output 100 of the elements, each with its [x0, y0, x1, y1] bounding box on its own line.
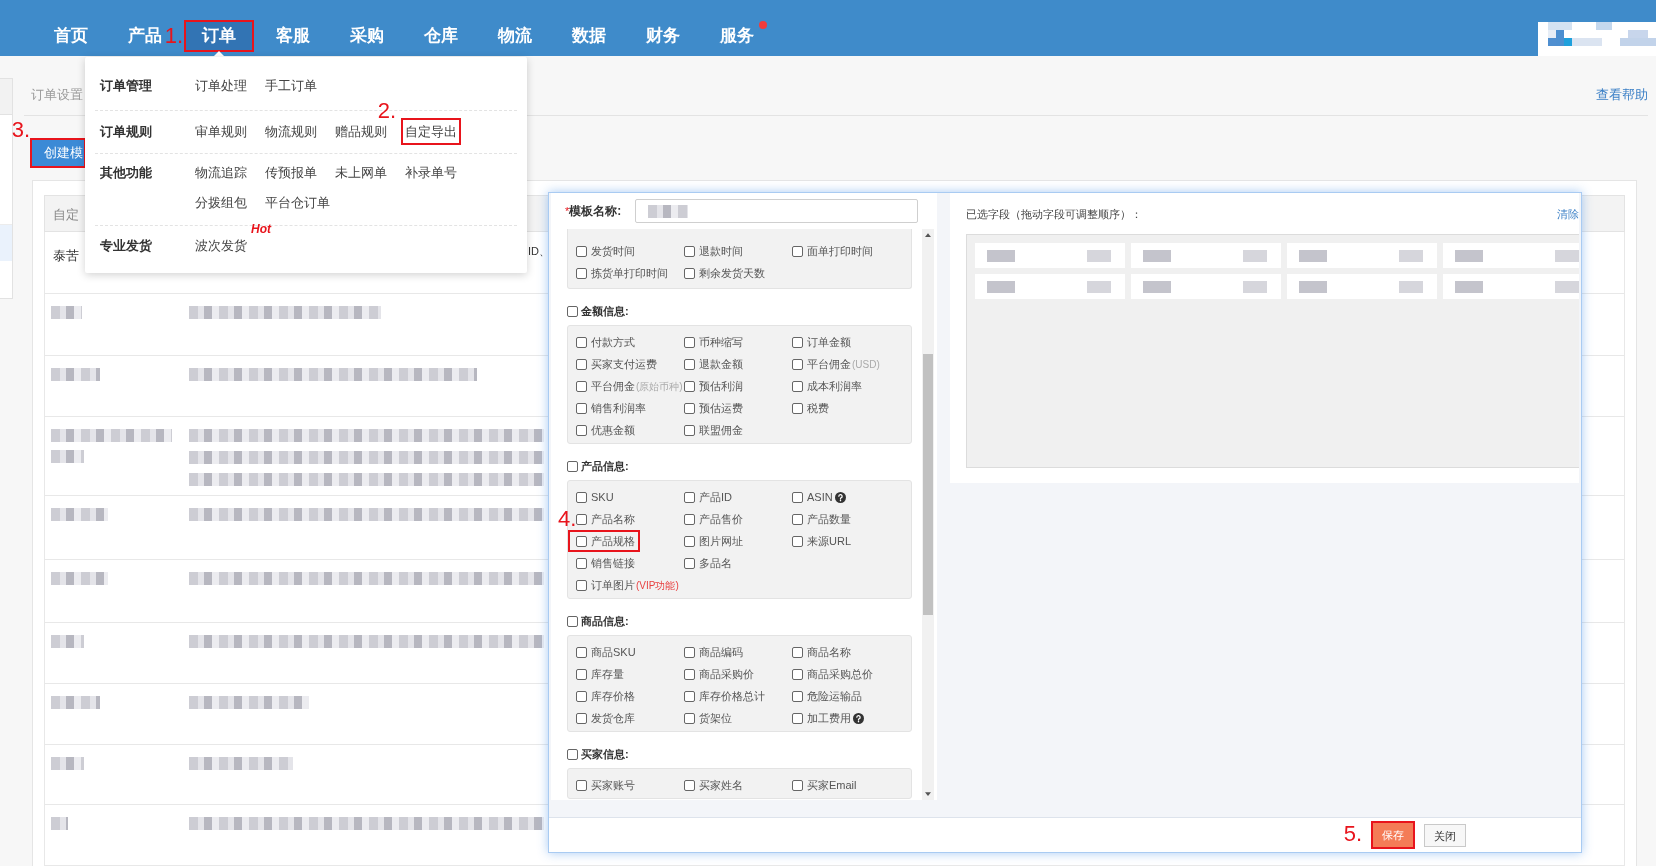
field-label: 成本利润率: [807, 378, 862, 394]
checkbox[interactable]: [576, 402, 587, 414]
scroll-up-arrow-icon[interactable]: [925, 233, 931, 237]
checkbox[interactable]: [792, 245, 803, 257]
checkbox[interactable]: [684, 712, 695, 724]
field-label: 产品ID: [699, 489, 732, 505]
checkbox[interactable]: [576, 245, 587, 257]
checkbox[interactable]: [684, 336, 695, 348]
field-label: 产品数量: [807, 511, 851, 527]
template-name-input[interactable]: [635, 199, 918, 223]
checkbox[interactable]: [576, 267, 587, 279]
menu-item[interactable]: 平台仓订单: [261, 189, 334, 216]
checkbox[interactable]: [576, 712, 587, 724]
checkbox[interactable]: [567, 616, 578, 627]
nav-tab[interactable]: 首页: [36, 20, 106, 52]
checkbox[interactable]: [576, 779, 587, 791]
checkbox[interactable]: [576, 535, 587, 547]
nav-tab[interactable]: 客服: [258, 20, 328, 52]
checkbox[interactable]: [792, 380, 803, 392]
menu-item[interactable]: 分拨组包: [191, 189, 251, 216]
checkbox[interactable]: [576, 358, 587, 370]
checkbox[interactable]: [684, 668, 695, 680]
help-icon[interactable]: [834, 491, 846, 503]
checkbox[interactable]: [576, 579, 587, 591]
field-label: 预估运费: [699, 400, 743, 416]
checkbox[interactable]: [576, 646, 587, 658]
scrollbar[interactable]: [922, 229, 934, 800]
checkbox[interactable]: [684, 424, 695, 436]
nav-tab[interactable]: 仓库: [406, 20, 476, 52]
checkbox[interactable]: [684, 557, 695, 569]
checkbox[interactable]: [792, 336, 803, 348]
checkbox[interactable]: [684, 646, 695, 658]
field-label: 产品规格: [591, 533, 635, 549]
checkbox[interactable]: [684, 267, 695, 279]
menu-item[interactable]: 未上网单: [331, 159, 391, 186]
menu-item[interactable]: 物流追踪: [191, 159, 251, 186]
column-header: 自定: [53, 206, 79, 222]
menu-group-title: 其他功能: [100, 163, 152, 182]
step-number: 3.: [11, 119, 30, 141]
checkbox[interactable]: [576, 491, 587, 503]
nav-tab[interactable]: 物流: [480, 20, 550, 52]
checkbox[interactable]: [576, 336, 587, 348]
menu-item[interactable]: 传预报单: [261, 159, 321, 186]
checkbox[interactable]: [684, 690, 695, 702]
scroll-down-arrow-icon[interactable]: [925, 792, 931, 796]
checkbox[interactable]: [576, 513, 587, 525]
checkbox[interactable]: [792, 535, 803, 547]
checkbox[interactable]: [684, 402, 695, 414]
field-label: 库存价格: [591, 688, 635, 704]
checkbox[interactable]: [792, 779, 803, 791]
step-number: 1.: [164, 25, 183, 47]
nav-tab[interactable]: 订单: [184, 20, 254, 52]
dialog-button[interactable]: 关闭: [1424, 824, 1466, 848]
checkbox[interactable]: [567, 749, 578, 760]
menu-item[interactable]: 补录单号: [401, 159, 461, 186]
field-label: 图片网址: [699, 533, 743, 549]
nav-tab[interactable]: 服务: [702, 20, 772, 52]
blurred-text: [648, 204, 688, 218]
checkbox[interactable]: [792, 668, 803, 680]
checkbox[interactable]: [792, 646, 803, 658]
checkbox[interactable]: [684, 358, 695, 370]
checkbox[interactable]: [792, 491, 803, 503]
checkbox[interactable]: [684, 491, 695, 503]
help-link[interactable]: 查看帮助: [1596, 84, 1648, 105]
checkbox[interactable]: [684, 513, 695, 525]
nav-tab[interactable]: 财务: [628, 20, 698, 52]
checkbox[interactable]: [684, 535, 695, 547]
blurred-text: [51, 817, 68, 830]
checkbox[interactable]: [792, 513, 803, 525]
checkbox[interactable]: [684, 779, 695, 791]
checkbox[interactable]: [792, 712, 803, 724]
blurred-text: [51, 572, 108, 585]
menu-item[interactable]: 订单处理: [191, 72, 251, 99]
checkbox[interactable]: [576, 690, 587, 702]
field-label: 产品售价: [699, 511, 743, 527]
field-label: 付款方式: [591, 334, 635, 350]
checkbox[interactable]: [792, 358, 803, 370]
checkbox[interactable]: [576, 380, 587, 392]
create-template-button[interactable]: 创建模: [30, 138, 86, 168]
menu-item[interactable]: 波次发货: [191, 232, 251, 259]
menu-item[interactable]: 物流规则: [261, 118, 321, 145]
checkbox[interactable]: [792, 402, 803, 414]
checkbox[interactable]: [684, 380, 695, 392]
checkbox[interactable]: [567, 461, 578, 472]
checkbox[interactable]: [684, 245, 695, 257]
field-note: (VIP功能): [636, 578, 679, 593]
field-label: 商品采购价: [699, 666, 754, 682]
checkbox[interactable]: [792, 690, 803, 702]
nav-tab[interactable]: 采购: [332, 20, 402, 52]
nav-tab[interactable]: 数据: [554, 20, 624, 52]
checkbox[interactable]: [567, 306, 578, 317]
field-label: 商品编码: [699, 644, 743, 660]
clear-link[interactable]: 清除: [1557, 205, 1579, 223]
checkbox[interactable]: [576, 424, 587, 436]
help-icon[interactable]: [853, 712, 864, 724]
menu-item[interactable]: 手工订单: [261, 72, 321, 99]
menu-item[interactable]: 审单规则: [191, 118, 251, 145]
scrollbar-thumb[interactable]: [923, 354, 933, 615]
checkbox[interactable]: [576, 557, 587, 569]
checkbox[interactable]: [576, 668, 587, 680]
